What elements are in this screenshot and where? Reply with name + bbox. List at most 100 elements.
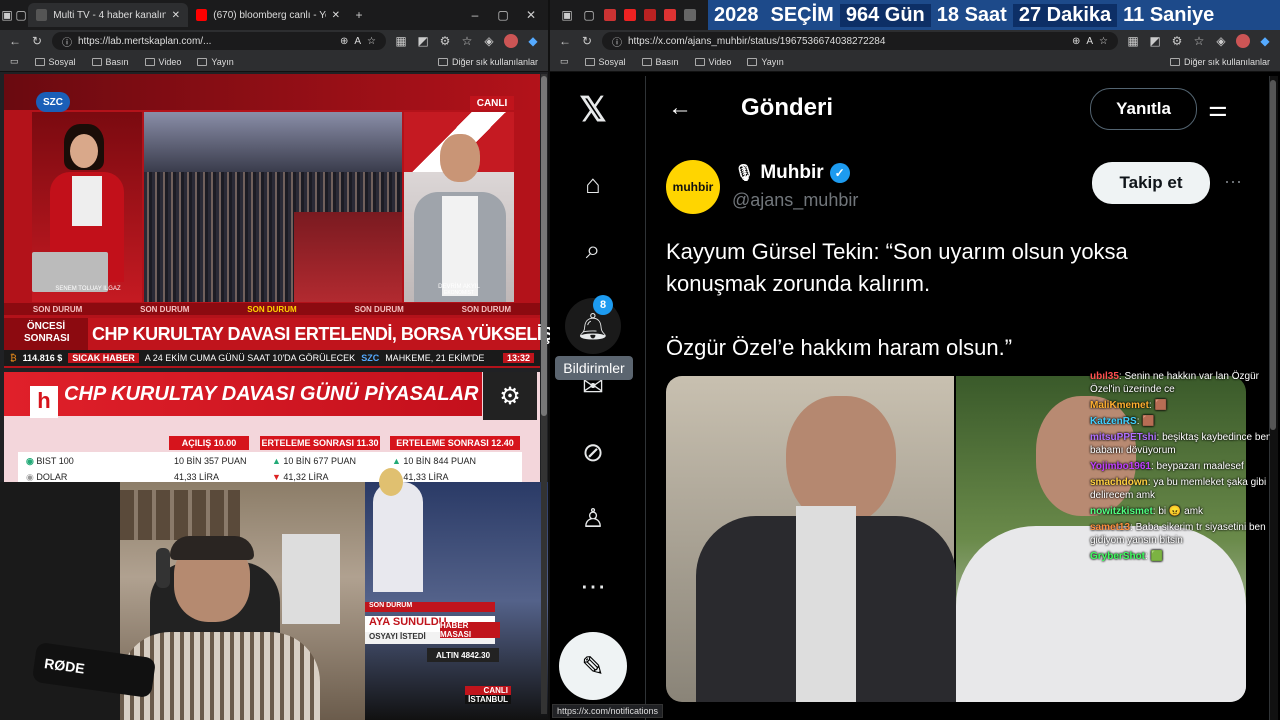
tab-actions-icon[interactable]: ▢ xyxy=(14,8,28,22)
author-avatar[interactable]: muhbir xyxy=(666,160,720,214)
tab-youtube[interactable]: (670) bloomberg canlı - YouTube ✕ xyxy=(188,3,348,27)
ticker-tag: SICAK HABER xyxy=(68,353,139,363)
bookmark-folder[interactable]: Video xyxy=(694,57,731,67)
chat-message: GryberShot: 🟩 xyxy=(1090,550,1272,563)
back-icon[interactable]: ← xyxy=(8,34,22,48)
maximize-icon[interactable]: ▢ xyxy=(496,8,510,22)
author-name[interactable]: Muhbir xyxy=(760,162,823,184)
scrollbar-thumb[interactable] xyxy=(1270,80,1276,430)
avatar[interactable] xyxy=(504,34,518,48)
minimize-icon[interactable]: – xyxy=(468,8,482,22)
search-icon[interactable]: ⌕ xyxy=(573,230,613,270)
more-icon[interactable]: ⋯ xyxy=(573,566,613,606)
hall-ceiling xyxy=(144,112,402,172)
right-scrollbar[interactable] xyxy=(1270,76,1278,720)
filter-sliders-icon[interactable]: ⚌ xyxy=(1208,96,1228,122)
bookmark-folder[interactable]: Basın xyxy=(641,57,679,67)
address-field[interactable]: ⓘ https://x.com/ajans_muhbir/status/1967… xyxy=(602,32,1118,50)
bookmark-folder[interactable]: Yayın xyxy=(197,56,234,67)
copilot-icon[interactable]: ◆ xyxy=(1258,34,1272,48)
extension-icon[interactable]: ⚙ xyxy=(1170,34,1184,48)
favorites-icon[interactable]: ☆ xyxy=(1192,34,1206,48)
tab-favicon[interactable] xyxy=(644,9,656,21)
author-handle[interactable]: @ajans_muhbir xyxy=(732,190,858,211)
tab-favicon[interactable] xyxy=(664,9,676,21)
x-logo-icon[interactable]: 𝕏 xyxy=(573,90,613,130)
scrollbar-thumb[interactable] xyxy=(541,76,547,416)
photo-gursel-tekin[interactable] xyxy=(666,376,956,702)
son-durum-strip: SON DURUM SON DURUM SON DURUM SON DURUM … xyxy=(4,303,540,315)
extension-icon[interactable]: ⚙ xyxy=(438,34,452,48)
address-field[interactable]: ⓘ https://lab.mertskaplan.com/... ⊕ A ☆ xyxy=(52,32,386,50)
favorite-icon[interactable]: ☆ xyxy=(1099,36,1108,47)
tab-multi-tv[interactable]: Multi TV - 4 haber kanalını aynı e ✕ xyxy=(28,3,188,27)
settings-gear-icon[interactable]: ⚙ xyxy=(483,372,537,420)
tab-actions-icon[interactable]: ▢ xyxy=(582,8,596,22)
folder-icon xyxy=(1169,57,1180,66)
bookmark-folder[interactable]: Sosyal xyxy=(584,57,626,67)
back-arrow-icon[interactable]: ← xyxy=(668,94,692,122)
read-aloud-icon[interactable]: A xyxy=(354,36,361,47)
back-icon[interactable]: ← xyxy=(558,34,572,48)
close-icon[interactable]: ✕ xyxy=(332,10,340,21)
compose-post-button[interactable]: ✎ xyxy=(559,632,627,700)
new-tab-icon[interactable]: + xyxy=(352,8,366,22)
close-window-icon[interactable]: ✕ xyxy=(524,8,538,22)
strip-label: SON DURUM xyxy=(354,304,404,314)
follow-button[interactable]: Takip et xyxy=(1092,162,1210,204)
reload-icon[interactable]: ↻ xyxy=(30,34,44,48)
bookmark-folder[interactable]: Yayın xyxy=(747,57,784,67)
reply-button[interactable]: Yanıtla xyxy=(1090,88,1197,130)
bookmark-folder[interactable]: Basın xyxy=(91,56,129,67)
market-table: ◉ BIST 100 10 BİN 357 PUAN ▲ 10 BİN 677 … xyxy=(18,452,522,482)
home-icon[interactable]: ⌂ xyxy=(573,164,613,204)
extension-icon[interactable]: ◩ xyxy=(1148,34,1162,48)
news-headline-bar: ÖNCESİ SONRASI CHP KURULTAY DAVASI ERTEL… xyxy=(4,318,622,350)
tweet-line: Kayyum Gürsel Tekin: “Son uyarım olsun y… xyxy=(666,239,1128,264)
extension-icon[interactable]: ▦ xyxy=(394,34,408,48)
bookmark-label: Sosyal xyxy=(48,56,76,67)
read-aloud-icon[interactable]: A xyxy=(1086,36,1093,47)
zoom-icon[interactable]: ⊕ xyxy=(340,36,348,47)
bookmark-label: Yayın xyxy=(211,56,234,67)
grok-icon[interactable]: ⊘ xyxy=(573,432,613,472)
tv-feed-haberturk[interactable]: CHP KURULTAY DAVASI GÜNÜ PİYASALAR h AÇI… xyxy=(4,372,540,482)
tab-favicon[interactable] xyxy=(604,9,616,21)
extension-icon[interactable]: ◩ xyxy=(416,34,430,48)
tab-title: (670) bloomberg canlı - YouTube xyxy=(213,9,325,21)
close-icon[interactable]: ✕ xyxy=(172,10,180,21)
workspace-icon[interactable]: ▣ xyxy=(560,8,574,22)
chat-message: samet13: Baba sikerim tr siyasetini ben … xyxy=(1090,521,1272,547)
avatar[interactable] xyxy=(1236,34,1250,48)
folder-icon xyxy=(91,57,102,66)
tab-favicon[interactable] xyxy=(624,9,636,21)
shield-icon[interactable]: ◈ xyxy=(482,34,496,48)
cell: BIST 100 xyxy=(36,456,74,466)
tv-feed-third[interactable]: SON DURUM AYA SUNULDU OSYAYI İSTEDİ HABE… xyxy=(365,468,548,720)
favorite-icon[interactable]: ☆ xyxy=(367,36,376,47)
author-name-row[interactable]: 🎙︎ Muhbir ✓ xyxy=(734,162,850,184)
cell: ▲ 10 BİN 844 PUAN xyxy=(392,456,476,466)
left-scrollbar[interactable] xyxy=(541,74,547,714)
shield-icon[interactable]: ◈ xyxy=(1214,34,1228,48)
dollar-icon: ◉ xyxy=(26,472,37,482)
tab-favicon[interactable] xyxy=(684,9,696,21)
reload-icon[interactable]: ↻ xyxy=(580,34,594,48)
copilot-icon[interactable]: ◆ xyxy=(526,34,540,48)
chat-username: Yojimbo1961 xyxy=(1090,461,1151,472)
more-options-icon[interactable]: ⋯ xyxy=(1224,172,1242,193)
other-bookmarks-folder[interactable]: Diğer sık kullanılanlar xyxy=(437,57,538,67)
bookmark-folder[interactable]: Sosyal xyxy=(34,56,76,67)
extension-icon[interactable]: ▦ xyxy=(1126,34,1140,48)
favorites-icon[interactable]: ☆ xyxy=(460,34,474,48)
zoom-icon[interactable]: ⊕ xyxy=(1072,36,1080,47)
chat-username: mitsuPPETshi xyxy=(1090,432,1157,443)
other-bookmarks-folder[interactable]: Diğer sık kullanılanlar xyxy=(1169,57,1270,67)
bookmark-folder[interactable]: Video xyxy=(144,57,181,67)
workspace-icon[interactable]: ▣ xyxy=(0,8,14,22)
down-arrow-icon: ▼ xyxy=(272,472,284,482)
bookmark-label: Basın xyxy=(105,56,129,67)
globe-icon: ◉ xyxy=(26,456,37,466)
profile-icon[interactable]: ♙ xyxy=(573,498,613,538)
left-bookmarks-bar: ▭ Sosyal Basın Video Yayın Diğer sık kul… xyxy=(0,52,548,72)
